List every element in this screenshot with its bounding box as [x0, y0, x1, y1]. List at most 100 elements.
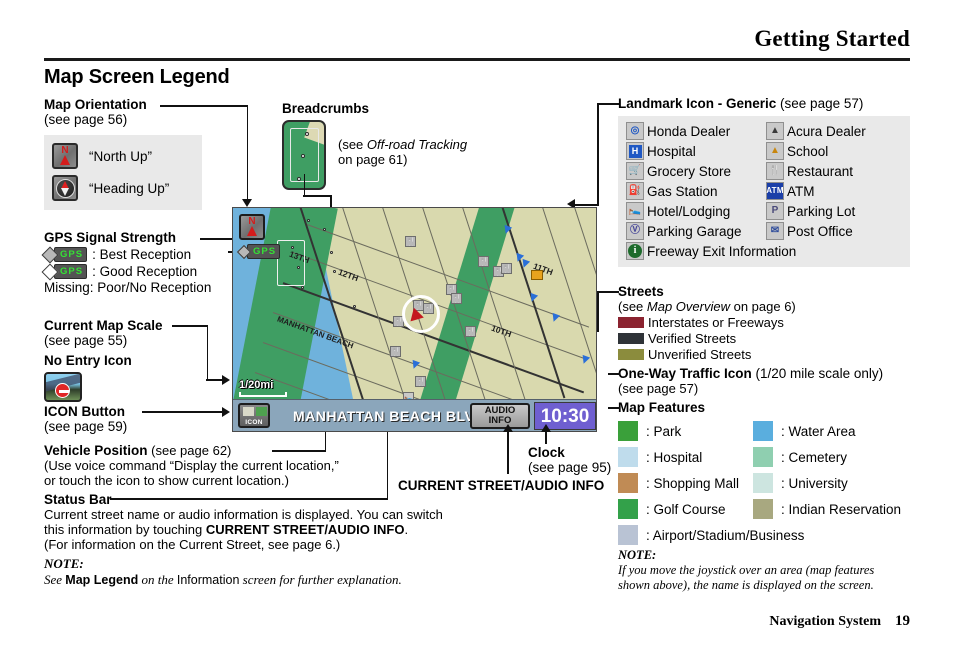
gas-station-icon: ⛽ [626, 182, 644, 200]
vehicle-position-marker[interactable] [402, 295, 440, 333]
north-up-icon: N [52, 143, 78, 169]
color-swatch [618, 525, 638, 545]
orientation-option-label: “Heading Up” [89, 180, 170, 196]
leader-line [142, 411, 224, 413]
clock-heading: Clock [528, 445, 565, 460]
no-entry-callout: No Entry Icon [44, 353, 244, 402]
landmark-item-gas-station: ⛽ Gas Station [626, 182, 766, 200]
leader-line [597, 103, 619, 105]
clock-see: (see page 95) [528, 460, 612, 475]
map-poi-icon[interactable]: 🍴 [390, 346, 401, 357]
map-poi-icon[interactable]: 🍴 [451, 293, 462, 304]
landmark-item-freeway-exit-information: i Freeway Exit Information [626, 242, 916, 260]
landmark-item-restaurant: 🍴 Restaurant [766, 162, 916, 180]
map-poi-icon[interactable]: 🍴 [478, 256, 489, 267]
color-swatch [753, 447, 773, 467]
map-poi-icon[interactable]: 🍴 [501, 263, 512, 274]
map-scale-indicator: 1/20mi [239, 379, 287, 397]
leader-line [608, 407, 620, 409]
north-up-icon[interactable]: N [239, 214, 265, 240]
map-breadcrumb-dot [333, 270, 336, 273]
icon-button-callout: ICON Button (see page 59) [44, 404, 244, 434]
map-feature-indian-reservation: : Indian Reservation [753, 499, 913, 519]
one-way-see: (see page 57) [618, 381, 699, 396]
street-color-swatch [618, 333, 644, 344]
breadcrumbs-callout: Breadcrumbs (see Off-road Tracking on pa… [282, 101, 492, 190]
street-color-swatch [618, 317, 644, 328]
leader-line [575, 204, 599, 206]
map-orientation-options: N “North Up” “Heading Up” [44, 135, 202, 210]
map-feature-golf-course: : Golf Course [618, 499, 753, 519]
map-poi-icon[interactable]: 🍴 [465, 326, 476, 337]
color-swatch [618, 447, 638, 467]
breadcrumbs-note: (see Off-road Tracking on page 61) [338, 137, 468, 167]
parking-lot-icon: P [766, 202, 784, 220]
landmark-item-parking-garage: Ⓥ Parking Garage [626, 222, 766, 240]
leader-arrow [242, 199, 252, 207]
leader-line [597, 103, 599, 205]
street-legend-row: Verified Streets [618, 331, 910, 346]
leader-arrow [540, 424, 551, 432]
acura-dealer-icon: ▲ [766, 122, 784, 140]
landmark-item-school: ▲ School [766, 142, 916, 160]
map-scale-callout: Current Map Scale (see page 55) [44, 318, 244, 348]
landmark-item-post-office: ✉ Post Office [766, 222, 916, 240]
map-features-grid: : Park : Water Area : Hospital : Cemeter… [618, 421, 918, 545]
post-office-icon: ✉ [766, 222, 784, 240]
gps-missing-label: Missing: Poor/No Reception [44, 280, 212, 295]
street-legend-row: Unverified Streets [618, 347, 910, 362]
page-footer: Navigation System 19 [769, 613, 910, 630]
leader-line [246, 105, 249, 201]
gps-row-best: GPS : Best Reception [41, 246, 239, 263]
streets-see: (see Map Overview on page 6) [618, 299, 796, 314]
leader-line [200, 238, 236, 240]
navigation-map-screenshot[interactable]: 13TH 12TH 11TH 10TH MANHATTAN BEACH 🍴 🍴 … [232, 207, 597, 432]
no-entry-icon [44, 372, 82, 402]
landmark-item-acura-dealer: ▲ Acura Dealer [766, 122, 916, 140]
map-feature-airport-stadium-business: : Airport/Stadium/Business [618, 525, 913, 545]
map-features-callout: Map Features : Park : Water Area : Hospi… [618, 400, 918, 545]
map-breadcrumb-dot [330, 251, 333, 254]
gps-row-label: : Good Reception [92, 264, 198, 279]
audio-info-button[interactable]: AUDIO INFO [470, 403, 530, 429]
current-street-audio-info-label: CURRENT STREET/AUDIO INFO [398, 478, 605, 493]
landmark-icon-grid: ◎ Honda Dealer ▲ Acura Dealer H Hospital ▲ S… [618, 116, 910, 267]
gps-row-good: GPS : Good Reception [41, 263, 239, 280]
map-poi-icon[interactable]: 🍴 [415, 376, 426, 387]
grocery-store-icon: 🛒 [626, 162, 644, 180]
status-bar-line1: Current street name or audio information… [44, 507, 443, 522]
landmark-item-grocery-store: 🛒 Grocery Store [626, 162, 766, 180]
hospital-icon: H [626, 142, 644, 160]
leader-line [160, 105, 248, 107]
current-street-name: MANHATTAN BEACH BLVD [293, 407, 485, 424]
color-swatch [618, 421, 638, 441]
gps-hollow-icon: GPS [41, 263, 88, 280]
landmark-item-honda-dealer: ◎ Honda Dealer [626, 122, 766, 140]
atm-icon: ATM [766, 182, 784, 200]
note-right: NOTE: If you move the joystick over an a… [618, 548, 918, 593]
map-orientation-see: (see page 56) [44, 112, 128, 127]
leader-arrow [222, 407, 230, 417]
orientation-option-heading-up: “Heading Up” [52, 174, 194, 202]
status-bar-line3: (For information on the Current Street, … [44, 537, 341, 552]
honda-dealer-icon: ◎ [626, 122, 644, 140]
icon-button[interactable]: ICON [238, 403, 270, 428]
freeway-exit-info-icon: i [626, 242, 644, 260]
map-breadcrumb-dot [301, 286, 304, 289]
leader-line [303, 195, 331, 197]
note-right-line1: If you move the joystick over an area (m… [618, 563, 875, 577]
leader-line [597, 291, 619, 293]
breadcrumbs-heading: Breadcrumbs [282, 101, 370, 116]
map-feature-university: : University [753, 473, 913, 493]
map-feature-hospital: : Hospital [618, 447, 753, 467]
leader-line [545, 432, 547, 444]
vehicle-position-see: (see page 62) [151, 443, 232, 458]
map-poi-icon[interactable]: 🍴 [405, 236, 416, 247]
vehicle-position-heading: Vehicle Position [44, 443, 148, 458]
leader-line [386, 427, 389, 499]
map-breadcrumb-dot [291, 246, 294, 249]
map-school-icon[interactable] [531, 270, 543, 280]
map-breadcrumb-dot [353, 305, 356, 308]
note-left-body: See Map Legend on the Information screen… [44, 572, 402, 587]
no-entry-heading: No Entry Icon [44, 353, 132, 368]
